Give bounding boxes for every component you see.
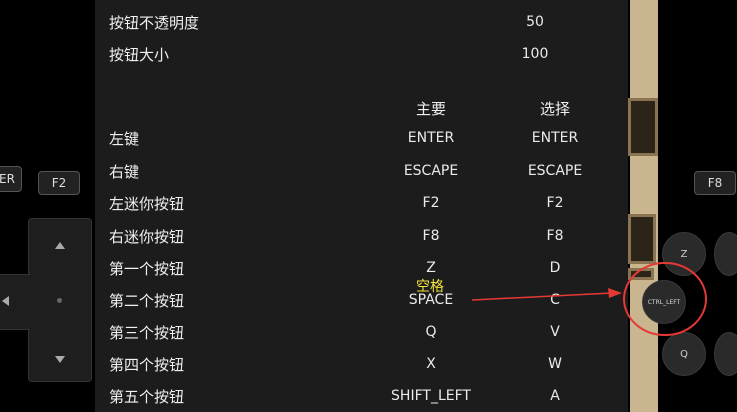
primary-key-value[interactable]: Q xyxy=(361,324,501,340)
mapping-header-row: 主要 选择 xyxy=(95,92,628,124)
opacity-setting-row[interactable]: 按钮不透明度 50 xyxy=(95,6,628,38)
primary-key-value[interactable]: ESCAPE xyxy=(361,163,501,179)
dpad-left-icon[interactable] xyxy=(2,296,9,306)
select-key-value[interactable]: A xyxy=(495,388,615,404)
mapping-label: 第三个按钮 xyxy=(109,323,185,342)
mapping-row[interactable]: 第五个按钮 SHIFT_LEFT A xyxy=(95,380,628,412)
dpad-down-icon[interactable] xyxy=(55,356,65,363)
primary-column-header: 主要 xyxy=(415,99,446,118)
primary-key-value[interactable]: X xyxy=(361,356,501,372)
mapping-row[interactable]: 左迷你按钮 F2 F2 xyxy=(95,187,628,219)
mapping-row[interactable]: 左键 ENTER ENTER xyxy=(95,122,628,154)
mapping-label: 右键 xyxy=(109,162,140,181)
select-column-header: 选择 xyxy=(539,99,570,118)
opacity-label: 按钮不透明度 xyxy=(109,13,200,32)
mapping-row[interactable]: 第三个按钮 Q V xyxy=(95,316,628,348)
select-key-value[interactable]: C xyxy=(495,292,615,308)
primary-key-value[interactable]: SHIFT_LEFT xyxy=(361,388,501,404)
game-scene-art xyxy=(628,214,656,264)
opacity-value[interactable]: 50 xyxy=(495,14,575,30)
mapping-label: 第二个按钮 xyxy=(109,291,185,310)
mapping-label: 右迷你按钮 xyxy=(109,227,185,246)
mapping-label: 第一个按钮 xyxy=(109,259,185,278)
mapping-row[interactable]: 第二个按钮 SPACE C xyxy=(95,284,628,316)
dpad-up-icon[interactable] xyxy=(55,242,65,249)
primary-key-value[interactable]: F2 xyxy=(361,195,501,211)
mapping-label: 左迷你按钮 xyxy=(109,194,185,213)
size-value[interactable]: 100 xyxy=(495,46,575,62)
select-key-value[interactable]: V xyxy=(495,324,615,340)
primary-key-value[interactable]: ENTER xyxy=(361,130,501,146)
mapping-row[interactable]: 右键 ESCAPE ESCAPE xyxy=(95,155,628,187)
select-key-value[interactable]: ENTER xyxy=(495,130,615,146)
select-key-value[interactable]: D xyxy=(495,260,615,276)
select-key-value[interactable]: W xyxy=(495,356,615,372)
primary-key-value[interactable]: Z xyxy=(361,260,501,276)
mapping-row[interactable]: 右迷你按钮 F8 F8 xyxy=(95,220,628,252)
partial-round-button[interactable] xyxy=(714,232,737,276)
select-key-value[interactable]: F2 xyxy=(495,195,615,211)
dpad-center-icon xyxy=(57,298,62,303)
ctrl-left-button[interactable]: CTRL_LEFT xyxy=(642,280,686,324)
f2-key[interactable]: F2 xyxy=(38,171,80,195)
f8-key[interactable]: F8 xyxy=(694,171,736,195)
size-label: 按钮大小 xyxy=(109,45,170,64)
button-settings-panel: 按钮不透明度 50 按钮大小 100 主要 选择 左键 ENTER ENTER … xyxy=(95,0,628,412)
partial-round-button[interactable] xyxy=(714,332,737,376)
z-button[interactable]: Z xyxy=(662,232,706,276)
mapping-row[interactable]: 第一个按钮 Z D xyxy=(95,252,628,284)
q-button[interactable]: Q xyxy=(662,332,706,376)
partial-enter-key[interactable]: ER xyxy=(0,166,22,192)
annotation-label: 空格 xyxy=(416,279,444,295)
game-scene-strip xyxy=(630,0,658,412)
game-scene-art xyxy=(628,268,654,280)
primary-key-value[interactable]: F8 xyxy=(361,228,501,244)
mapping-label: 左键 xyxy=(109,129,140,148)
mapping-label: 第四个按钮 xyxy=(109,355,185,374)
mapping-row[interactable]: 第四个按钮 X W xyxy=(95,348,628,380)
select-key-value[interactable]: ESCAPE xyxy=(495,163,615,179)
game-scene-art xyxy=(628,98,658,156)
select-key-value[interactable]: F8 xyxy=(495,228,615,244)
size-setting-row[interactable]: 按钮大小 100 xyxy=(95,38,628,70)
mapping-label: 第五个按钮 xyxy=(109,387,185,406)
